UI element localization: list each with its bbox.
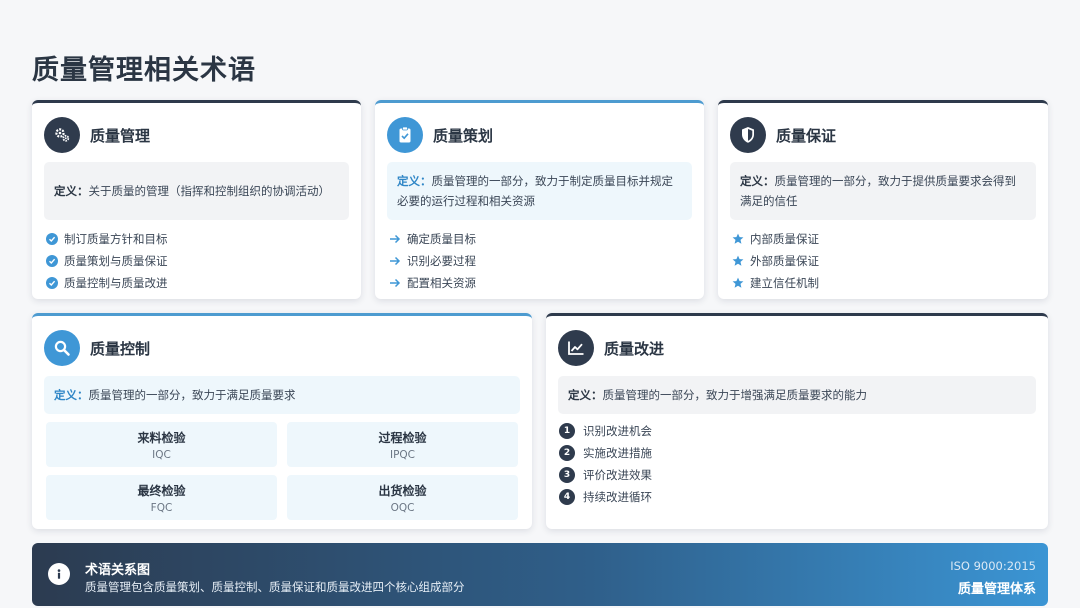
definition-label: 定义： bbox=[54, 184, 89, 198]
inspection-name: 来料检验 bbox=[137, 430, 186, 445]
banner-description: 质量管理包含质量策划、质量控制、质量保证和质量改进四个核心组成部分 bbox=[85, 580, 465, 594]
inspection-code: IPQC bbox=[389, 448, 416, 461]
star-icon bbox=[732, 233, 744, 245]
card-quality-control: 质量控制 定义：质量管理的一部分，致力于满足质量要求 来料检验 IQC 过程检验… bbox=[32, 313, 532, 529]
definition-text: 质量管理的一部分，致力于提供质量要求会得到满足的信任 bbox=[740, 174, 1016, 208]
inspection-grid: 来料检验 IQC 过程检验 IPQC 最终检验 FQC 出货检验 OQC bbox=[46, 422, 518, 520]
inspection-cell: 出货检验 OQC bbox=[287, 475, 518, 520]
step-number-badge: 3 bbox=[559, 467, 575, 483]
item-list: 内部质量保证 外部质量保证 建立信任机制 bbox=[732, 228, 819, 294]
list-item: 3 评价改进效果 bbox=[559, 464, 652, 486]
star-icon bbox=[732, 277, 744, 289]
card-header: 质量策划 bbox=[387, 117, 493, 153]
list-item: 内部质量保证 bbox=[732, 228, 819, 250]
step-number-badge: 1 bbox=[559, 423, 575, 439]
star-icon bbox=[732, 255, 744, 267]
step-number-badge: 2 bbox=[559, 445, 575, 461]
list-item: 质量策划与质量保证 bbox=[46, 250, 168, 272]
definition-text: 质量管理的一部分，致力于制定质量目标并规定必要的运行过程和相关资源 bbox=[397, 174, 673, 208]
chart-line-icon bbox=[558, 330, 594, 366]
list-item: 确定质量目标 bbox=[389, 228, 476, 250]
inspection-cell: 来料检验 IQC bbox=[46, 422, 277, 467]
arrow-right-icon bbox=[389, 233, 401, 245]
card-title: 质量管理 bbox=[90, 126, 151, 145]
card-title: 质量改进 bbox=[604, 339, 665, 358]
list-item: 建立信任机制 bbox=[732, 272, 819, 294]
definition-box: 定义：质量管理的一部分，致力于满足质量要求 bbox=[44, 376, 520, 414]
definition-text: 质量管理的一部分，致力于满足质量要求 bbox=[88, 388, 296, 402]
card-title: 质量保证 bbox=[776, 126, 837, 145]
check-circle-icon bbox=[46, 277, 58, 289]
inspection-cell: 过程检验 IPQC bbox=[287, 422, 518, 467]
list-item: 识别必要过程 bbox=[389, 250, 476, 272]
card-quality-assurance: 质量保证 定义：质量管理的一部分，致力于提供质量要求会得到满足的信任 内部质量保… bbox=[718, 100, 1048, 299]
definition-box: 定义：质量管理的一部分，致力于增强满足质量要求的能力 bbox=[558, 376, 1036, 414]
standard-label: ISO 9000:2015 bbox=[950, 559, 1036, 573]
definition-box: 定义：质量管理的一部分，致力于制定质量目标并规定必要的运行过程和相关资源 bbox=[387, 162, 692, 220]
arrow-right-icon bbox=[389, 255, 401, 267]
list-item: 4 持续改进循环 bbox=[559, 486, 652, 508]
definition-label: 定义： bbox=[54, 388, 89, 402]
card-quality-management: 质量管理 定义：关于质量的管理（指挥和控制组织的协调活动） 制订质量方针和目标 … bbox=[32, 100, 361, 299]
step-number-badge: 4 bbox=[559, 489, 575, 505]
definition-label: 定义： bbox=[740, 174, 775, 188]
check-circle-icon bbox=[46, 255, 58, 267]
shield-icon bbox=[730, 117, 766, 153]
search-icon bbox=[44, 330, 80, 366]
inspection-code: OQC bbox=[390, 501, 415, 514]
list-item: 1 识别改进机会 bbox=[559, 420, 652, 442]
check-circle-icon bbox=[46, 233, 58, 245]
banner-title: 术语关系图 bbox=[85, 563, 151, 578]
definition-box: 定义：关于质量的管理（指挥和控制组织的协调活动） bbox=[44, 162, 349, 220]
item-list: 确定质量目标 识别必要过程 配置相关资源 bbox=[389, 228, 476, 294]
definition-label: 定义： bbox=[568, 388, 603, 402]
card-header: 质量保证 bbox=[730, 117, 836, 153]
inspection-name: 出货检验 bbox=[378, 483, 427, 498]
list-item: 配置相关资源 bbox=[389, 272, 476, 294]
card-title: 质量策划 bbox=[433, 126, 494, 145]
item-list: 制订质量方针和目标 质量策划与质量保证 质量控制与质量改进 bbox=[46, 228, 168, 294]
definition-text: 关于质量的管理（指挥和控制组织的协调活动） bbox=[88, 184, 331, 198]
gears-icon bbox=[44, 117, 80, 153]
page-title: 质量管理相关术语 bbox=[32, 55, 256, 86]
list-item: 质量控制与质量改进 bbox=[46, 272, 168, 294]
definition-box: 定义：质量管理的一部分，致力于提供质量要求会得到满足的信任 bbox=[730, 162, 1036, 220]
step-list: 1 识别改进机会 2 实施改进措施 3 评价改进效果 4 持续改进循环 bbox=[559, 420, 652, 508]
card-quality-improvement: 质量改进 定义：质量管理的一部分，致力于增强满足质量要求的能力 1 识别改进机会 … bbox=[546, 313, 1048, 529]
inspection-name: 最终检验 bbox=[137, 483, 186, 498]
arrow-right-icon bbox=[389, 277, 401, 289]
definition-text: 质量管理的一部分，致力于增强满足质量要求的能力 bbox=[602, 388, 868, 402]
card-header: 质量控制 bbox=[44, 330, 150, 366]
card-quality-planning: 质量策划 定义：质量管理的一部分，致力于制定质量目标并规定必要的运行过程和相关资… bbox=[375, 100, 704, 299]
clipboard-check-icon bbox=[387, 117, 423, 153]
info-icon bbox=[48, 563, 70, 585]
card-header: 质量改进 bbox=[558, 330, 664, 366]
definition-label: 定义： bbox=[397, 174, 432, 188]
list-item: 2 实施改进措施 bbox=[559, 442, 652, 464]
inspection-cell: 最终检验 FQC bbox=[46, 475, 277, 520]
inspection-code: FQC bbox=[150, 501, 173, 514]
inspection-name: 过程检验 bbox=[378, 430, 427, 445]
card-header: 质量管理 bbox=[44, 117, 150, 153]
list-item: 外部质量保证 bbox=[732, 250, 819, 272]
system-label: 质量管理体系 bbox=[957, 582, 1036, 597]
card-title: 质量控制 bbox=[90, 339, 151, 358]
inspection-code: IQC bbox=[152, 448, 171, 461]
list-item: 制订质量方针和目标 bbox=[46, 228, 168, 250]
relation-banner: 术语关系图 质量管理包含质量策划、质量控制、质量保证和质量改进四个核心组成部分 … bbox=[32, 543, 1048, 606]
